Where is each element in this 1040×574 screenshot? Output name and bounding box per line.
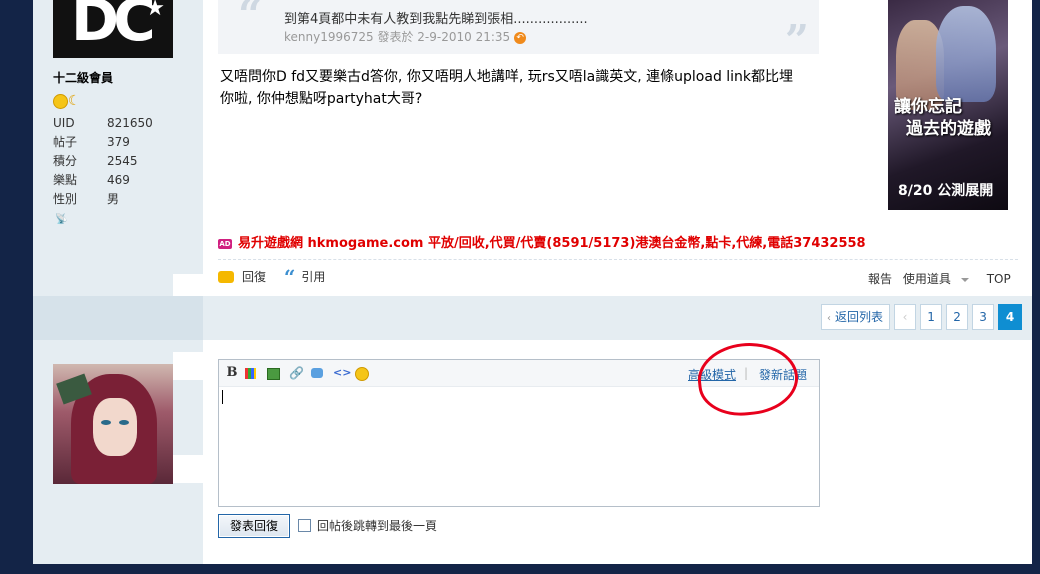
current-page: 4 [998,304,1023,330]
ad-headline-2: 過去的遊戲 [906,119,991,139]
close-quote-icon: ” [784,16,809,65]
pagination: ‹ 返回列表 ‹ 1 2 3 4 [821,304,1026,330]
page-link[interactable]: 2 [946,304,969,330]
quote-insert-icon[interactable] [311,368,323,378]
text-color-icon[interactable] [245,368,256,379]
report-link[interactable]: 報告 [868,272,892,286]
smiley-icon[interactable] [355,367,369,381]
moon-medal-icon: ☾ [68,93,81,109]
online-status-icon: 📡 [55,214,68,225]
code-icon[interactable]: <> [333,366,351,380]
bold-button[interactable]: B [225,366,239,380]
insert-image-icon[interactable] [267,368,280,380]
ad-character-right [936,6,996,102]
post-tools: 報告 使用道具 TOP [868,270,1018,287]
page-link[interactable]: 3 [972,304,995,330]
stat-points: 積分 2545 [53,154,138,168]
sun-medal-icon [53,93,68,109]
top-link[interactable]: TOP [987,272,1011,286]
prev-page-button[interactable]: ‹ [894,304,917,330]
poster-stats: UID 821650 帖子 379 積分 2545 樂點 469 性別男 [53,114,153,209]
poster-rank: 十二級會員 [53,71,114,85]
star-icon: ★ [145,0,165,21]
chevron-left-icon: ‹ [827,313,831,324]
side-advertisement[interactable]: 讓你忘記 過去的遊戲 8/20 公測展開 [888,0,1008,210]
post-actions: 回復 “ 引用 [218,264,325,289]
quote-text: 到第4頁都中未有人教到我點先睇到張相.................. [284,12,588,27]
stat-posts: 帖子 379 [53,135,130,149]
jump-to-last-checkbox[interactable] [298,519,311,532]
medals: ☾ [53,93,81,109]
thread-page: DC ★ 十二級會員 ☾ UID 821650 帖子 379 積分 2545 樂點 46… [33,0,1032,564]
poster-avatar[interactable]: DC ★ [53,0,173,58]
page-link[interactable]: 1 [920,304,943,330]
post-body: 又唔問你D fd又要樂古d答你, 你又唔明人地講咩, 玩rs又唔la識英文, 連… [220,69,794,107]
quote-icon: “ [283,264,296,289]
current-user-avatar [53,364,173,484]
quote-meta: kenny1996725 發表於 2-9-2010 21:35 ↶ [284,28,527,45]
divider [218,259,1018,260]
use-tools-menu[interactable]: 使用道具 [903,272,976,286]
avatar-logo-text: DC [71,0,156,54]
chevron-down-icon [960,277,969,282]
link-icon[interactable]: 🔗 [289,366,304,380]
ad-icon: AD [218,238,232,249]
submit-reply-button[interactable]: 發表回復 [218,514,290,538]
jump-to-last-label: 回帖後跳轉到最後一頁 [317,519,438,533]
quote-block: “ 到第4頁都中未有人教到我點先睇到張相.................. k… [218,0,819,65]
stat-coins: 樂點 469 [53,173,130,187]
promo-link[interactable]: AD 易升遊戲網 hkmogame.com 平放/回收,代買/代賣(8591/51… [218,232,866,251]
reply-link[interactable]: 回復 [242,270,266,284]
quote-link[interactable]: 引用 [301,270,325,284]
ad-date: 8/20 公測展開 [898,183,994,199]
jump-to-post-icon[interactable]: ↶ [514,31,527,44]
back-to-list-button[interactable]: ‹ 返回列表 [821,304,891,330]
reply-icon [218,270,234,283]
stat-uid: UID 821650 [53,116,153,130]
stat-gender: 性別男 [53,192,120,206]
open-quote-icon: “ [238,0,263,39]
